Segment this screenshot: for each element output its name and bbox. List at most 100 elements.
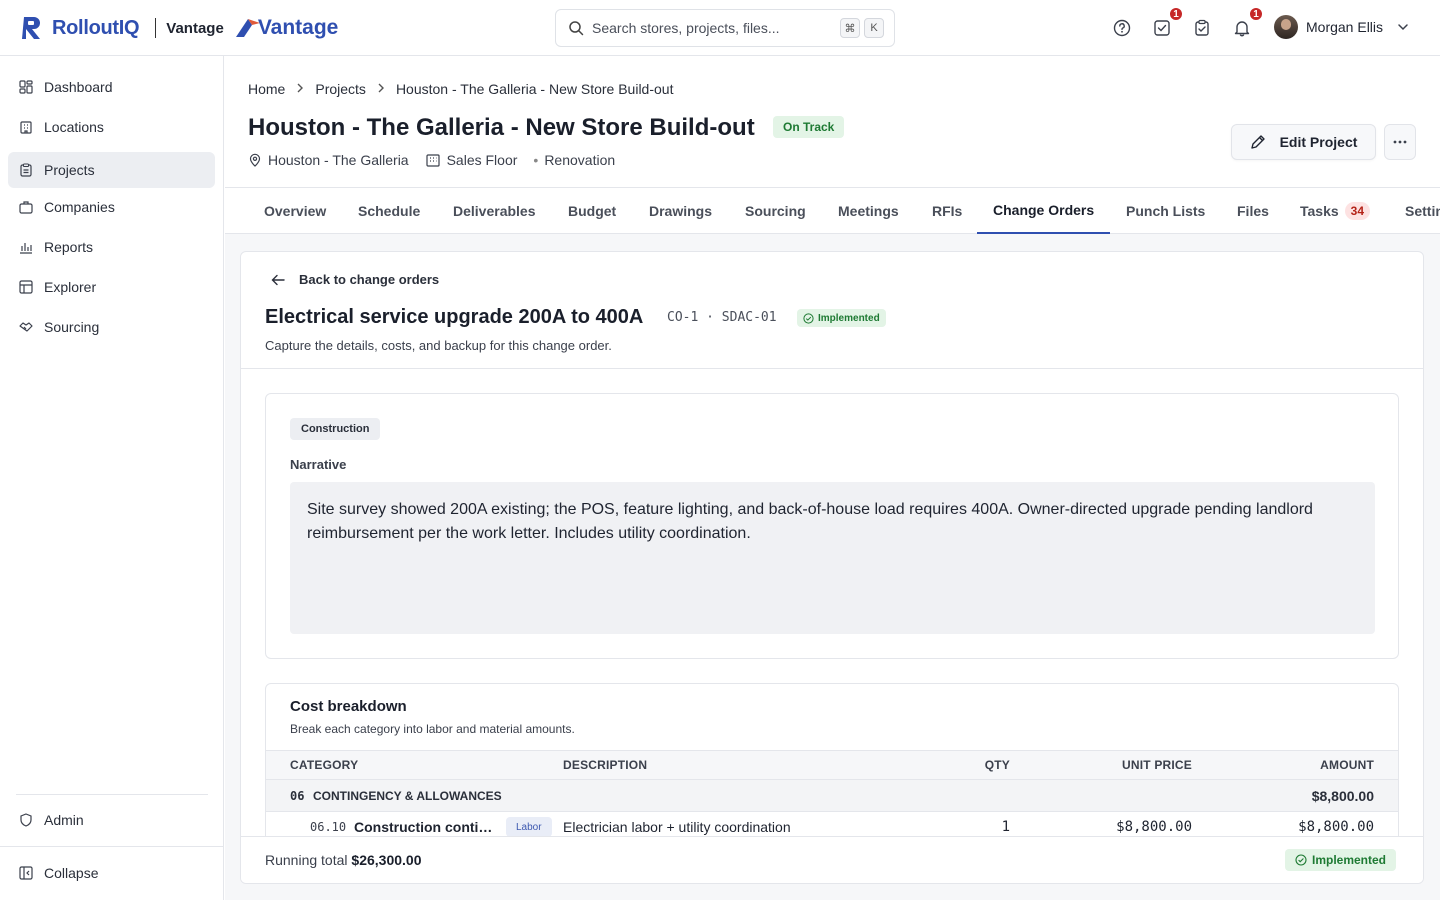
approvals-button[interactable]: 1 — [1150, 6, 1184, 42]
cost-breakdown-title: Cost breakdown — [290, 698, 407, 715]
tenant-label: Vantage — [166, 19, 224, 37]
pencil-icon — [1250, 135, 1265, 149]
sidebar-item-label: Dashboard — [44, 79, 113, 95]
sidebar-item-label: Locations — [44, 119, 104, 135]
bell-icon — [1234, 21, 1250, 37]
tab-sourcing[interactable]: Sourcing — [729, 188, 822, 234]
shortcut-key-k: K — [864, 18, 884, 38]
category-group-row[interactable]: 06 CONTINGENCY & ALLOWANCES $8,800.00 — [266, 780, 1398, 812]
tab-drawings[interactable]: Drawings — [633, 188, 728, 234]
sidebar-item-admin[interactable]: Admin — [8, 802, 215, 838]
tab-label: Tasks — [1300, 203, 1339, 219]
breadcrumb: Home Projects Houston - The Galleria - N… — [248, 81, 673, 97]
tenant-logo: Vantage — [234, 16, 339, 40]
top-icons: 1 1 — [1110, 6, 1264, 42]
change-order-code: CO-1 · SDAC-01 — [667, 310, 777, 325]
tab-schedule[interactable]: Schedule — [342, 188, 436, 234]
tenant-logo-text: Vantage — [257, 16, 339, 39]
tab-deliverables[interactable]: Deliverables — [437, 188, 552, 234]
sidebar-item-locations[interactable]: Locations — [8, 109, 215, 145]
tab-files[interactable]: Files — [1221, 188, 1285, 234]
edit-project-button[interactable]: Edit Project — [1231, 124, 1376, 160]
project-location-label: Houston - The Galleria — [268, 152, 409, 168]
check-circle-icon — [1295, 854, 1307, 866]
group-total: $8,800.00 — [1311, 787, 1374, 804]
clipboard-icon — [18, 162, 34, 178]
sidebar-item-explorer[interactable]: Explorer — [8, 269, 215, 305]
tasks-button[interactable] — [1190, 14, 1214, 42]
project-location: Houston - The Galleria — [248, 152, 409, 168]
sidebar-item-sourcing[interactable]: Sourcing — [8, 309, 215, 345]
user-name: Morgan Ellis — [1306, 19, 1384, 35]
avatar — [1274, 15, 1298, 39]
help-icon — [1113, 19, 1131, 37]
status-label: Implemented — [818, 312, 880, 324]
back-to-change-orders-link[interactable]: Back to change orders — [271, 272, 439, 287]
tab-overview[interactable]: Overview — [248, 188, 342, 234]
tab-budget[interactable]: Budget — [552, 188, 632, 234]
brand[interactable]: RolloutIQ Vantage Vantage — [22, 14, 338, 42]
tab-settings[interactable]: Settings — [1389, 188, 1440, 234]
cost-breakdown-subtitle: Break each category into labor and mater… — [290, 722, 575, 736]
check-circle-icon — [803, 312, 814, 324]
search-icon — [569, 21, 584, 36]
user-menu[interactable]: Morgan Ellis — [1274, 15, 1409, 39]
sidebar-item-label: Projects — [44, 162, 95, 178]
change-order-status-badge: Implemented — [797, 309, 886, 327]
shield-icon — [18, 812, 34, 828]
checkbox-icon — [1154, 20, 1170, 36]
sidebar-item-label: Sourcing — [44, 319, 100, 335]
footer-status-badge: Implemented — [1285, 849, 1397, 871]
collapse-icon — [18, 865, 34, 881]
sidebar: Dashboard Locations Projects Companies R… — [0, 56, 224, 900]
sidebar-item-reports[interactable]: Reports — [8, 229, 215, 265]
sidebar-item-label: Companies — [44, 199, 115, 215]
group-code: 06 — [290, 788, 305, 803]
search-input[interactable] — [592, 20, 836, 36]
breadcrumb-home[interactable]: Home — [248, 81, 285, 97]
clipboard-check-icon — [1195, 19, 1209, 36]
global-search[interactable]: ⌘ K — [555, 9, 895, 47]
building-icon — [18, 119, 34, 135]
tab-change-orders[interactable]: Change Orders — [977, 188, 1111, 234]
tab-meetings[interactable]: Meetings — [822, 188, 915, 234]
status-label: Implemented — [1312, 853, 1387, 867]
narrative-field[interactable]: Site survey showed 200A existing; the PO… — [290, 482, 1375, 634]
briefcase-icon — [18, 199, 34, 215]
running-total: Running total $26,300.00 — [265, 852, 421, 868]
breadcrumb-projects[interactable]: Projects — [315, 81, 366, 97]
tab-punch-lists[interactable]: Punch Lists — [1110, 188, 1221, 234]
tab-tasks[interactable]: Tasks 34 — [1284, 188, 1386, 234]
more-horizontal-icon — [1393, 140, 1407, 144]
sidebar-divider — [0, 846, 223, 847]
help-button[interactable] — [1110, 14, 1134, 42]
bar-chart-icon — [18, 239, 34, 255]
top-bar: RolloutIQ Vantage Vantage ⌘ K — [0, 0, 1440, 56]
chevron-right-icon — [377, 82, 385, 96]
sidebar-item-projects[interactable]: Projects — [8, 152, 215, 188]
page-title: Houston - The Galleria - New Store Build… — [248, 114, 755, 141]
table-header: CATEGORY DESCRIPTION QTY UNIT PRICE AMOU… — [266, 750, 1398, 780]
sidebar-item-companies[interactable]: Companies — [8, 189, 215, 225]
project-type: • Renovation — [533, 152, 615, 168]
collapse-sidebar-button[interactable]: Collapse — [8, 855, 215, 891]
project-type-label: Renovation — [544, 152, 616, 168]
app-name: RolloutIQ — [52, 16, 140, 39]
map-pin-icon — [249, 153, 261, 167]
more-actions-button[interactable] — [1384, 124, 1416, 160]
notifications-button[interactable]: 1 — [1230, 6, 1264, 42]
sidebar-item-label: Reports — [44, 239, 94, 255]
narrative-label: Narrative — [290, 457, 347, 472]
narrative-panel: Construction Narrative Site survey showe… — [265, 393, 1399, 659]
back-link-label: Back to change orders — [299, 272, 440, 287]
tab-rfis[interactable]: RFIs — [916, 188, 978, 234]
divider — [241, 368, 1423, 369]
sidebar-item-dashboard[interactable]: Dashboard — [8, 69, 215, 105]
column-header-qty: QTY — [984, 758, 1010, 772]
tasks-count-badge: 34 — [1344, 202, 1371, 220]
running-total-bar: Running total $26,300.00 Implemented — [241, 836, 1423, 883]
change-order-title: Electrical service upgrade 200A to 400A — [265, 306, 644, 328]
project-area-label: Sales Floor — [446, 152, 518, 168]
dashboard-icon — [18, 79, 34, 95]
sidebar-divider — [16, 794, 208, 795]
